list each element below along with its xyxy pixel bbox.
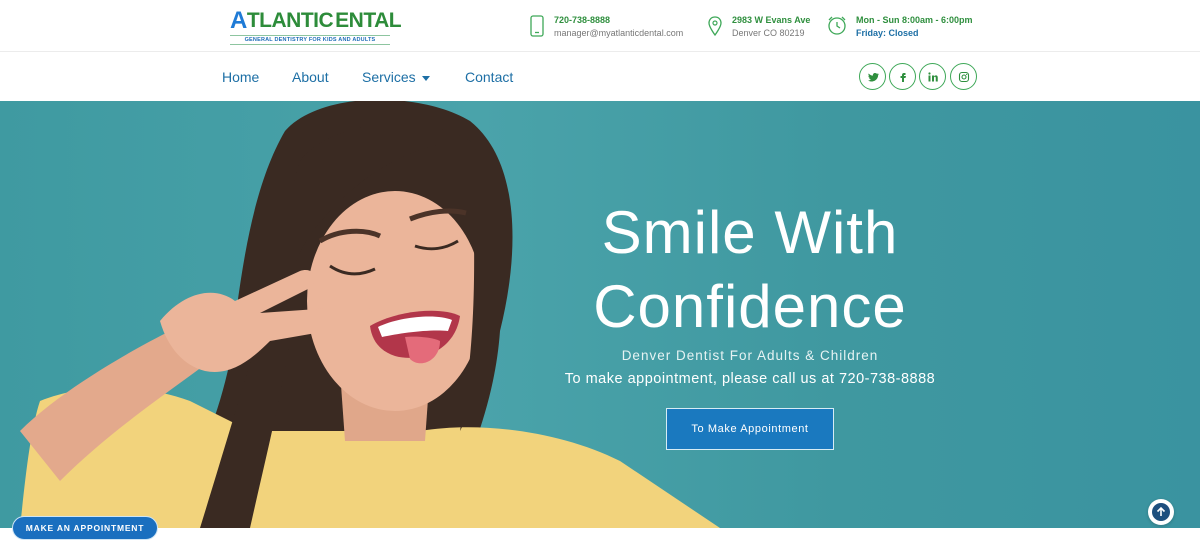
header-hours: Mon - Sun 8:00am - 6:00pm Friday: Closed [826,14,973,40]
phone-icon [530,15,544,37]
hero-title-line1: Smile With [601,199,899,266]
chevron-down-icon [421,75,430,81]
nav-services[interactable]: Services [362,69,430,85]
main-nav: Home About Services Contact [0,53,1200,101]
header-phone[interactable]: 720-738-8888 [554,14,683,27]
logo-text-ental: ENTAL [335,9,402,32]
nav-about[interactable]: About [292,69,329,85]
logo-wordmark: A TLANTIC ENTAL [230,7,402,34]
hero-title: Smile With Confidence [520,196,980,344]
address-line1: 2983 W Evans Ave [732,15,811,25]
page-bottom-strip [0,528,1200,545]
facebook-icon[interactable] [889,63,916,90]
header-contact: 720-738-8888 manager@myatlanticdental.co… [528,14,683,40]
logo-letter-a: A [230,7,247,34]
make-appointment-floating-button[interactable]: MAKE AN APPOINTMENT [12,516,158,540]
location-pin-icon [708,16,722,37]
instagram-icon[interactable] [950,63,977,90]
hero-call-text: To make appointment, please call us at 7… [564,371,936,387]
logo-tagline: GENERAL DENTISTRY FOR KIDS AND ADULTS [230,35,390,45]
linkedin-icon[interactable] [919,63,946,90]
address-line2: Denver CO 80219 [732,28,805,38]
top-bar: A TLANTIC ENTAL GENERAL DENTISTRY FOR KI… [0,0,1200,52]
site-logo[interactable]: A TLANTIC ENTAL GENERAL DENTISTRY FOR KI… [230,7,402,46]
hero-subtitle: Denver Dentist For Adults & Children [621,348,879,363]
hours-line1: Mon - Sun 8:00am - 6:00pm [856,15,973,25]
header-address: 2983 W Evans Ave Denver CO 80219 [706,14,810,40]
hours-line2: Friday: Closed [856,28,919,38]
twitter-icon[interactable] [859,63,886,90]
scroll-to-top-button[interactable] [1148,499,1174,525]
hero-section: Smile With Confidence Denver Dentist For… [0,101,1200,528]
nav-contact[interactable]: Contact [465,69,513,85]
header-email[interactable]: manager@myatlanticdental.com [554,27,683,40]
clock-icon [828,16,846,35]
nav-services-label: Services [362,69,416,85]
logo-text-lantic: TLANTIC [246,9,334,32]
hero-title-line2: Confidence [593,273,907,340]
make-appointment-hero-button[interactable]: To Make Appointment [666,408,834,450]
nav-home[interactable]: Home [222,69,259,85]
arrow-up-icon [1152,503,1170,521]
